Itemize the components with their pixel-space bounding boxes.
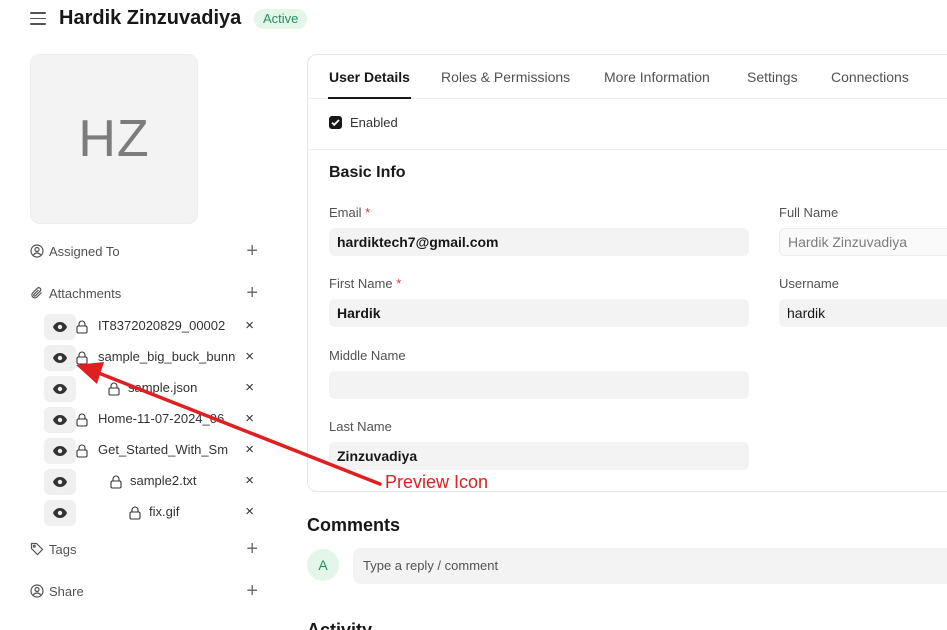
attachment-item: Home-11-07-2024_06 × bbox=[44, 407, 258, 433]
username-field[interactable]: hardik bbox=[779, 299, 947, 327]
lock-icon bbox=[76, 320, 88, 334]
attachment-item: sample.json × bbox=[44, 376, 258, 402]
tab-roles-permissions[interactable]: Roles & Permissions bbox=[441, 69, 570, 85]
attachment-name[interactable]: Home-11-07-2024_06 bbox=[98, 411, 236, 426]
preview-eye-icon[interactable] bbox=[44, 345, 76, 371]
attachment-item: fix.gif × bbox=[44, 500, 258, 526]
active-tab-indicator bbox=[328, 97, 411, 99]
email-label: Email * bbox=[329, 205, 370, 220]
email-field[interactable]: hardiktech7@gmail.com bbox=[329, 228, 749, 256]
remove-attachment-button[interactable]: × bbox=[245, 472, 254, 490]
first-name-label: First Name * bbox=[329, 276, 401, 291]
preview-eye-icon[interactable] bbox=[44, 469, 76, 495]
lock-icon bbox=[76, 444, 88, 458]
add-assignee-button[interactable]: + bbox=[246, 241, 258, 261]
tag-icon bbox=[30, 542, 44, 556]
commenter-avatar: A bbox=[307, 549, 339, 581]
paperclip-icon bbox=[31, 287, 42, 299]
first-name-label-text: First Name bbox=[329, 276, 393, 291]
remove-attachment-button[interactable]: × bbox=[245, 441, 254, 459]
share-user-icon bbox=[30, 584, 44, 598]
remove-attachment-button[interactable]: × bbox=[245, 379, 254, 397]
lock-icon bbox=[76, 413, 88, 427]
page-title: Hardik Zinzuvadiya bbox=[59, 7, 242, 29]
add-share-button[interactable]: + bbox=[246, 581, 258, 601]
tab-connections[interactable]: Connections bbox=[831, 69, 909, 85]
enabled-checkbox[interactable] bbox=[329, 116, 342, 129]
assigned-to-section: Assigned To + bbox=[30, 241, 258, 261]
attachment-name[interactable]: sample_big_buck_bunny bbox=[98, 349, 236, 364]
share-section: Share + bbox=[30, 581, 258, 601]
preview-eye-icon[interactable] bbox=[44, 407, 76, 433]
tab-user-details[interactable]: User Details bbox=[329, 69, 410, 85]
assigned-to-label: Assigned To bbox=[49, 243, 120, 259]
username-label: Username bbox=[779, 276, 839, 291]
divider bbox=[308, 149, 947, 150]
annotation-label: Preview Icon bbox=[385, 472, 489, 492]
remove-attachment-button[interactable]: × bbox=[245, 503, 254, 521]
add-tag-button[interactable]: + bbox=[246, 539, 258, 559]
tab-more-information[interactable]: More Information bbox=[604, 69, 710, 85]
attachments-section: Attachments + bbox=[30, 283, 258, 303]
lock-icon bbox=[108, 382, 120, 396]
status-badge: Active bbox=[254, 9, 308, 29]
comment-input[interactable]: Type a reply / comment bbox=[353, 548, 947, 584]
enabled-label: Enabled bbox=[350, 115, 398, 130]
first-name-field[interactable]: Hardik bbox=[329, 299, 749, 327]
page-header: Hardik Zinzuvadiya Active bbox=[0, 0, 947, 40]
user-circle-icon bbox=[30, 244, 44, 258]
comments-title: Comments bbox=[307, 515, 401, 535]
full-name-label: Full Name bbox=[779, 205, 839, 220]
attachment-name[interactable]: fix.gif bbox=[149, 504, 229, 519]
email-label-text: Email bbox=[329, 205, 362, 220]
remove-attachment-button[interactable]: × bbox=[245, 410, 254, 428]
avatar-initials: HZ bbox=[78, 110, 150, 168]
hamburger-menu-icon[interactable] bbox=[30, 12, 46, 26]
remove-attachment-button[interactable]: × bbox=[245, 317, 254, 335]
activity-title: Activity bbox=[307, 620, 373, 630]
middle-name-field[interactable] bbox=[329, 371, 749, 399]
required-mark: * bbox=[365, 205, 371, 220]
tab-bar: User Details Roles & Permissions More In… bbox=[308, 55, 947, 99]
middle-name-label: Middle Name bbox=[329, 348, 406, 363]
add-attachment-button[interactable]: + bbox=[246, 283, 258, 303]
attachments-label: Attachments bbox=[49, 285, 122, 301]
lock-icon bbox=[110, 475, 122, 489]
preview-eye-icon[interactable] bbox=[44, 376, 76, 402]
lock-icon bbox=[129, 506, 141, 520]
attachment-item: IT8372020829_00002 × bbox=[44, 314, 258, 340]
attachment-name[interactable]: IT8372020829_00002 bbox=[98, 318, 236, 333]
attachment-name[interactable]: Get_Started_With_Sm bbox=[98, 442, 236, 457]
attachment-item: sample2.txt × bbox=[44, 469, 258, 495]
full-name-field: Hardik Zinzuvadiya bbox=[779, 228, 947, 256]
section-title-basic-info: Basic Info bbox=[329, 164, 406, 181]
avatar[interactable]: HZ bbox=[30, 54, 198, 224]
share-label: Share bbox=[49, 583, 84, 599]
attachment-item: sample_big_buck_bunny × bbox=[44, 345, 258, 371]
preview-eye-icon[interactable] bbox=[44, 500, 76, 526]
required-mark: * bbox=[396, 276, 402, 291]
attachment-item: Get_Started_With_Sm × bbox=[44, 438, 258, 464]
lock-icon bbox=[76, 351, 88, 365]
attachment-name[interactable]: sample.json bbox=[128, 380, 238, 395]
preview-eye-icon[interactable] bbox=[44, 314, 76, 340]
last-name-label: Last Name bbox=[329, 419, 392, 434]
last-name-field[interactable]: Zinzuvadiya bbox=[329, 442, 749, 470]
tags-section: Tags + bbox=[30, 539, 258, 559]
tab-settings[interactable]: Settings bbox=[747, 69, 798, 85]
remove-attachment-button[interactable]: × bbox=[245, 348, 254, 366]
user-form-card: User Details Roles & Permissions More In… bbox=[307, 54, 947, 492]
preview-eye-icon[interactable] bbox=[44, 438, 76, 464]
tags-label: Tags bbox=[49, 541, 77, 557]
attachment-name[interactable]: sample2.txt bbox=[130, 473, 240, 488]
